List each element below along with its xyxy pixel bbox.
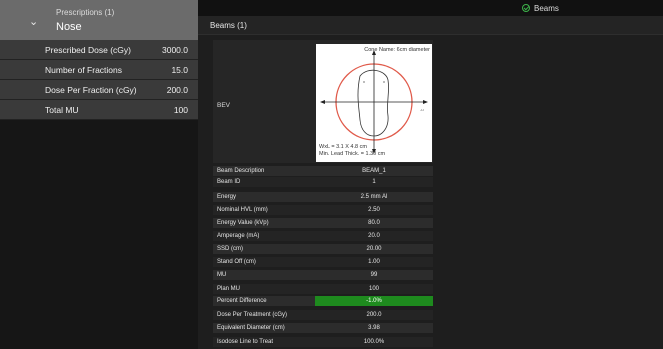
beams-title: Beams (1) <box>210 21 247 30</box>
beam-row-label: Percent Difference <box>213 296 315 306</box>
rx-row-label: Dose Per Fraction (cGy) <box>45 85 137 95</box>
beam-row-energy-value: Energy Value (kVp) 80.0 <box>213 218 433 228</box>
beam-row-label: SSD (cm) <box>213 244 315 254</box>
bev-image: -u Cone Name: 6cm diameter WxL = 3.1 X 4… <box>316 44 432 162</box>
beam-row-value: BEAM_1 <box>315 166 433 176</box>
svg-text:-u: -u <box>420 107 424 112</box>
beam-row-isodose-line: Isodose Line to Treat 100.0% <box>213 337 433 347</box>
beam-row-value: 80.0 <box>315 218 433 228</box>
prescriptions-panel: ⌄ Prescriptions (1) Nose Prescribed Dose… <box>0 0 198 349</box>
beam-row-value: 99 <box>315 270 433 280</box>
beam-row-value: 1.00 <box>315 257 433 267</box>
rx-row-label: Number of Fractions <box>45 65 122 75</box>
beam-row-value: 2.5 mm Al <box>315 192 433 202</box>
beam-row-label: Beam ID <box>213 177 315 187</box>
bev-cone-name: Cone Name: 6cm diameter <box>364 47 430 53</box>
rx-row-value: 200.0 <box>166 85 188 95</box>
beam-row-dose-per-treatment: Dose Per Treatment (cGy) 200.0 <box>213 310 433 320</box>
beam-row-stand-off: Stand Off (cm) 1.00 <box>213 257 433 267</box>
beam-row-value: 1 <box>315 177 433 187</box>
beam-row-label: Beam Description <box>213 166 315 176</box>
beam-row-label: Isodose Line to Treat <box>213 337 315 347</box>
rx-row-label: Total MU <box>45 105 79 115</box>
prescription-title: Nose <box>56 21 82 33</box>
beam-row-label: Dose Per Treatment (cGy) <box>213 310 315 320</box>
beam-row-value: 3.98 <box>315 323 433 333</box>
beam-row-value: 100 <box>315 284 433 294</box>
beam-row-label: MU <box>213 270 315 280</box>
beam-row-energy: Energy 2.5 mm Al <box>213 192 433 202</box>
beam-row-amperage: Amperage (mA) 20.0 <box>213 231 433 241</box>
beam-row-label: Stand Off (cm) <box>213 257 315 267</box>
check-circle-icon <box>522 4 530 12</box>
top-bar <box>198 0 663 16</box>
beam-row-value-status: -1.0% <box>315 296 433 306</box>
beam-row-value: 200.0 <box>315 310 433 320</box>
bev-label: BEV <box>217 102 231 109</box>
beam-row-label: Amperage (mA) <box>213 231 315 241</box>
beam-row-nominal-hvl: Nominal HVL (mm) 2.50 <box>213 205 433 215</box>
beam-row-mu: MU 99 <box>213 270 433 280</box>
prescription-header[interactable]: ⌄ Prescriptions (1) Nose <box>0 0 198 40</box>
beam-row-description: Beam Description BEAM_1 <box>213 166 433 176</box>
rx-row-dose-per-fraction: Dose Per Fraction (cGy) 200.0 <box>0 80 198 100</box>
bev-info: WxL = 3.1 X 4.8 cm Min. Lead Thick. = 1.… <box>319 144 385 157</box>
rx-row-number-of-fractions: Number of Fractions 15.0 <box>0 60 198 80</box>
rx-row-prescribed-dose: Prescribed Dose (cGy) 3000.0 <box>0 40 198 60</box>
prescriptions-count-label: Prescriptions (1) <box>56 8 115 17</box>
beam-row-equivalent-diameter: Equivalent Diameter (cm) 3.98 <box>213 323 433 333</box>
beam-row-ssd: SSD (cm) 20.00 <box>213 244 433 254</box>
rx-row-value: 100 <box>173 105 188 115</box>
beam-row-label: Plan MU <box>213 284 315 294</box>
beam-row-value: 100.0% <box>315 337 433 347</box>
beam-row-plan-mu: Plan MU 100 <box>213 284 433 294</box>
beams-header: Beams (1) <box>198 16 663 35</box>
beam-row-id: Beam ID 1 <box>213 177 433 187</box>
rx-row-label: Prescribed Dose (cGy) <box>45 45 131 55</box>
rx-row-value: 15.0 <box>171 65 188 75</box>
beam-row-value: 2.50 <box>315 205 433 215</box>
beam-row-label: Energy <box>213 192 315 202</box>
beam-row-percent-difference: Percent Difference -1.0% <box>213 296 433 306</box>
beam-row-label: Energy Value (kVp) <box>213 218 315 228</box>
beam-row-value: 20.0 <box>315 231 433 241</box>
rx-row-value: 3000.0 <box>162 45 188 55</box>
rx-row-total-mu: Total MU 100 <box>0 100 198 120</box>
beam-row-value: 20.00 <box>315 244 433 254</box>
bev-lead-thickness: Min. Lead Thick. = 1.30 cm <box>319 150 386 157</box>
beam-row-label: Nominal HVL (mm) <box>213 205 315 215</box>
beam-row-label: Equivalent Diameter (cm) <box>213 323 315 333</box>
chevron-down-icon[interactable]: ⌄ <box>29 15 38 28</box>
beams-tab-label: Beams <box>534 3 559 13</box>
beams-tab[interactable]: Beams <box>522 2 559 14</box>
